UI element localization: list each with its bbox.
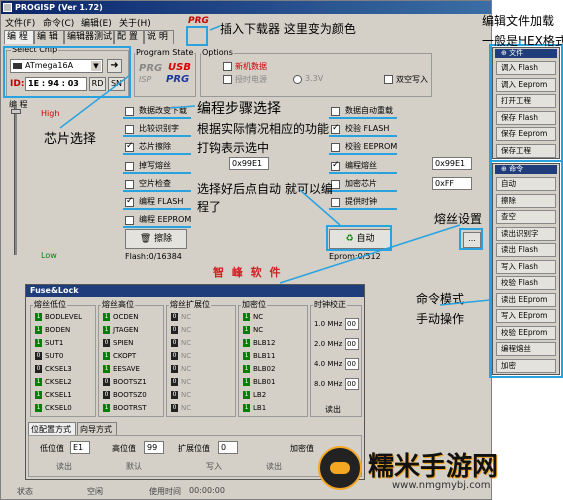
arrow-chip: [59, 74, 131, 129]
arrow-fuse: [279, 224, 461, 284]
annotation-arrows: [59, 25, 521, 306]
watermark-logo-icon: [318, 446, 362, 490]
arrow-auto: [299, 189, 341, 226]
arrow-downloader: [209, 25, 221, 31]
arrow-cmd: [439, 299, 491, 306]
arrow-steps: [169, 105, 196, 109]
watermark-url: www.nmgmybj.com: [392, 480, 491, 491]
watermark-title: 糯米手游网: [368, 452, 499, 482]
